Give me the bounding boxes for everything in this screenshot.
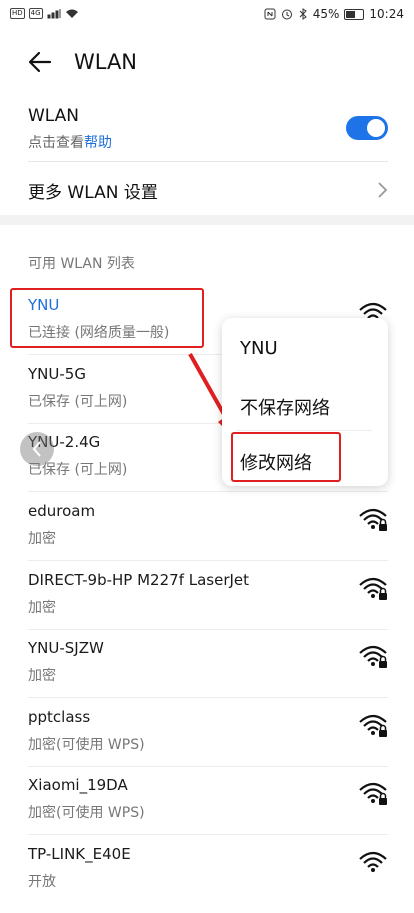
network-name: YNU-SJZW (28, 639, 104, 657)
menu-item-forget-network[interactable]: 不保存网络 (240, 394, 330, 420)
network-status: 开放 (28, 874, 56, 890)
network-status: 加密 (28, 600, 56, 616)
wifi-status-icon (65, 9, 78, 18)
menu-title-ynu: YNU (240, 338, 278, 359)
row-divider (28, 766, 388, 767)
network-status: 加密 (28, 531, 56, 547)
signal-icon (47, 9, 61, 19)
nfc-icon (264, 8, 276, 20)
alarm-icon (281, 9, 292, 20)
more-settings-label: 更多 WLAN 设置 (28, 183, 158, 203)
floating-assist-button[interactable] (20, 432, 54, 466)
network-type-badge: 4G (28, 8, 43, 19)
network-status: 加密 (28, 668, 56, 684)
highlight-box-modify (231, 432, 341, 482)
status-bar: HD 4G 45% 10:24 (0, 0, 414, 32)
help-link[interactable]: 帮助 (84, 135, 112, 151)
wlan-label: WLAN (28, 106, 80, 126)
wlan-toggle-row[interactable]: WLAN 点击查看帮助 (28, 106, 388, 162)
wifi-locked-icon (359, 782, 387, 805)
battery-percent: 45% (312, 7, 340, 21)
row-divider (28, 629, 388, 630)
network-item[interactable]: TP-LINK_E40E 开放 (28, 845, 388, 913)
wifi-locked-icon (359, 508, 387, 531)
status-right: 45% 10:24 (264, 7, 404, 21)
available-networks-title: 可用 WLAN 列表 (28, 256, 135, 272)
network-name: eduroam (28, 502, 96, 520)
wlan-switch[interactable] (346, 116, 388, 140)
network-status: 加密(可使用 WPS) (28, 805, 145, 821)
row-divider (28, 834, 388, 835)
top-bar: WLAN (0, 32, 414, 92)
wlan-help-text: 点击查看帮助 (28, 132, 112, 152)
network-name: pptclass (28, 708, 91, 726)
row-divider (28, 560, 388, 561)
wifi-locked-icon (359, 645, 387, 668)
network-item[interactable]: eduroam 加密 (28, 502, 388, 570)
back-arrow-icon[interactable] (26, 48, 54, 76)
row-divider (28, 697, 388, 698)
menu-divider (236, 430, 372, 431)
wifi-locked-icon (359, 714, 387, 737)
chevron-right-icon (378, 182, 388, 198)
help-prefix: 点击查看 (28, 135, 84, 151)
page-title: WLAN (74, 50, 138, 74)
network-item[interactable]: pptclass 加密(可使用 WPS) (28, 708, 388, 776)
battery-icon (344, 8, 365, 20)
highlight-box-ynu (10, 288, 204, 348)
chevron-left-icon (32, 441, 41, 457)
network-status: 已保存 (可上网) (28, 394, 128, 410)
hd-badge: HD (10, 8, 25, 19)
wifi-locked-icon (359, 577, 387, 600)
network-name: DIRECT-9b-HP M227f LaserJet (28, 571, 250, 589)
network-item[interactable]: Xiaomi_19DA 加密(可使用 WPS) (28, 776, 388, 844)
section-separator (0, 215, 414, 225)
switch-knob (367, 119, 385, 137)
network-name: YNU-5G (28, 365, 86, 383)
network-item[interactable]: YNU-SJZW 加密 (28, 639, 388, 707)
bluetooth-icon (299, 8, 307, 20)
row-divider (28, 491, 388, 492)
network-name: Xiaomi_19DA (28, 776, 128, 794)
clock: 10:24 (369, 7, 404, 21)
network-item[interactable]: DIRECT-9b-HP M227f LaserJet 加密 (28, 571, 388, 639)
status-left: HD 4G (10, 8, 79, 19)
network-status: 加密(可使用 WPS) (28, 737, 145, 753)
network-name: TP-LINK_E40E (28, 845, 131, 863)
wifi-icon (359, 851, 387, 872)
divider (28, 161, 388, 162)
more-wlan-settings[interactable]: 更多 WLAN 设置 (28, 178, 388, 203)
